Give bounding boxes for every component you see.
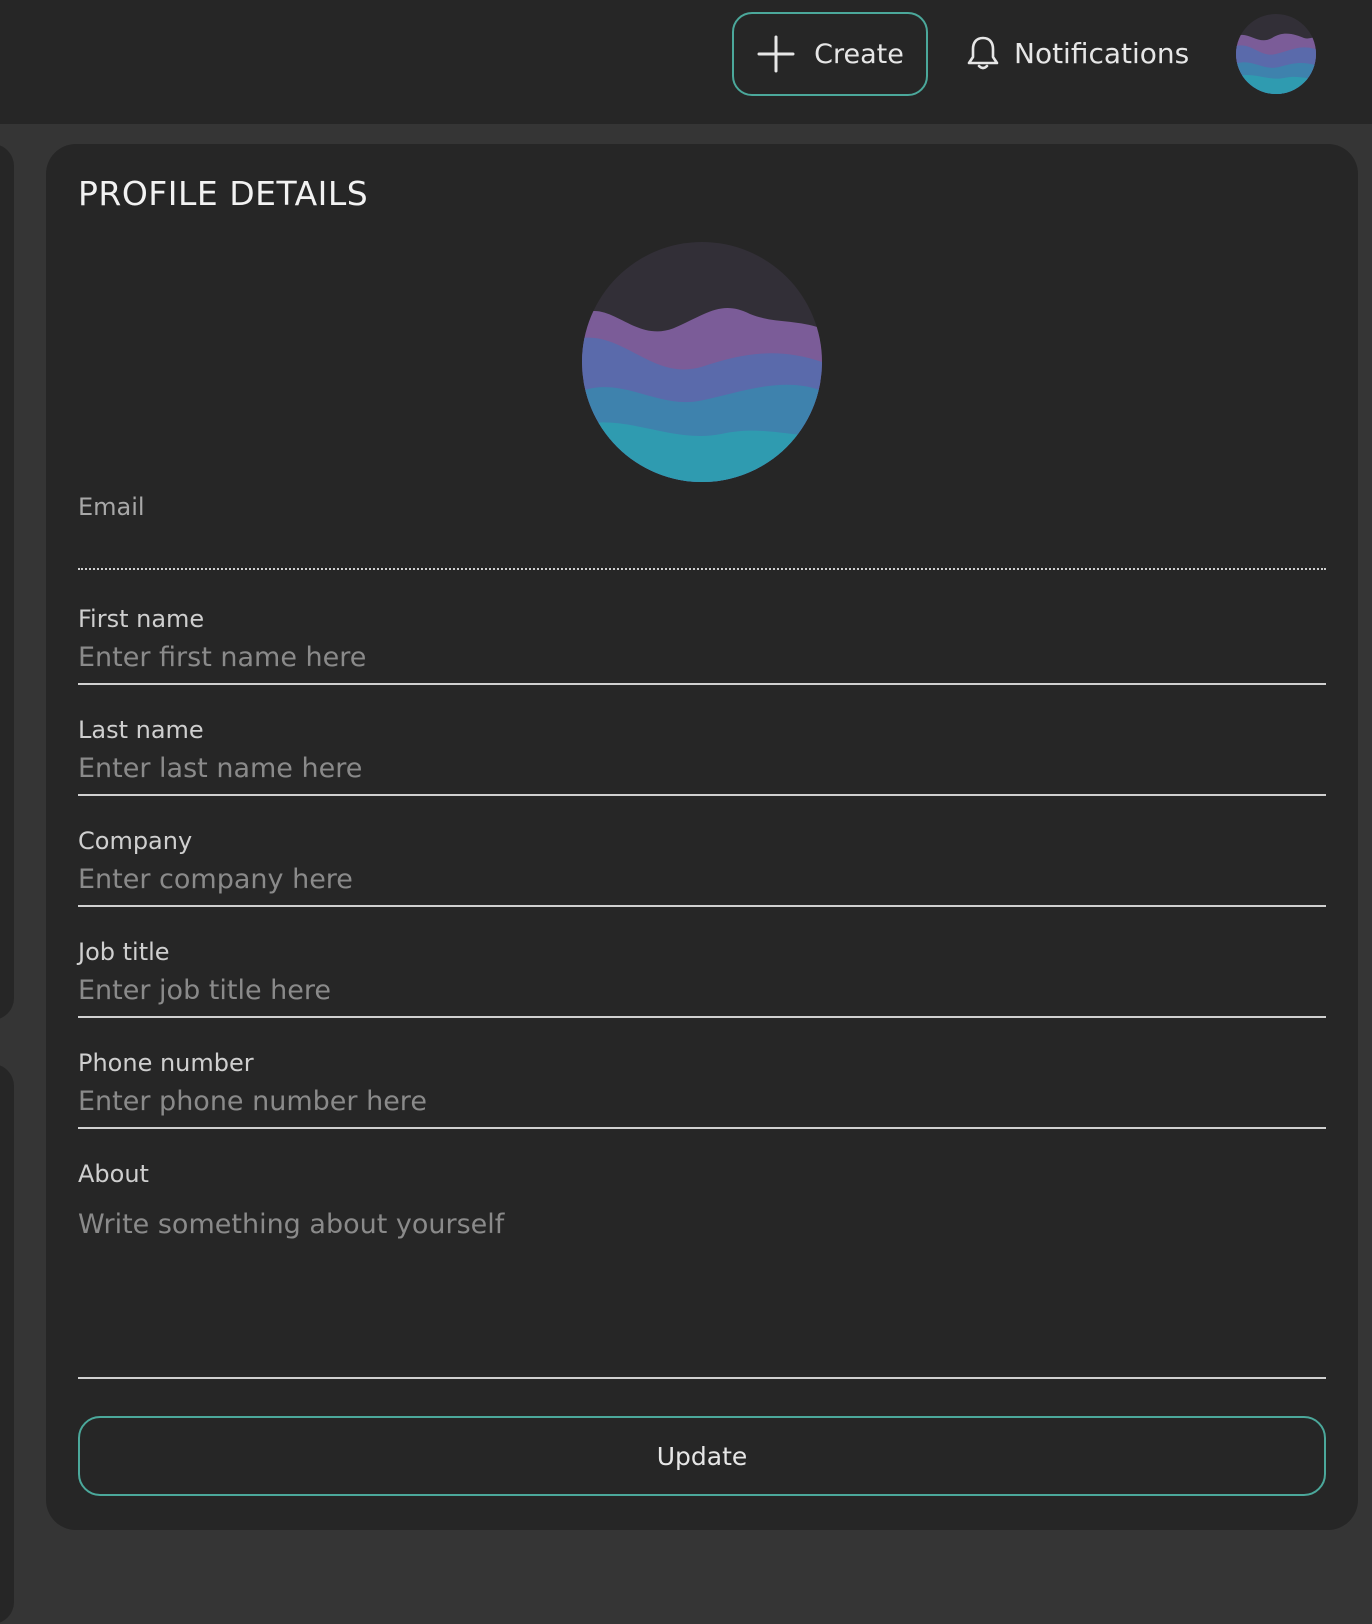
job-title-label: Job title (78, 938, 170, 966)
bell-icon (967, 36, 999, 70)
company-label: Company (78, 827, 193, 855)
profile-avatar[interactable] (582, 242, 822, 482)
create-button[interactable]: Create (732, 12, 928, 96)
notifications-button[interactable]: Notifications (966, 22, 1189, 84)
page-title: PROFILE DETAILS (78, 174, 369, 213)
side-panel (0, 144, 14, 1020)
plus-icon (757, 35, 795, 73)
user-avatar[interactable] (1236, 14, 1316, 94)
last-name-input[interactable] (78, 749, 1326, 796)
about-label: About (78, 1160, 149, 1188)
company-field: Company (78, 826, 1326, 907)
company-input[interactable] (78, 860, 1326, 907)
about-textarea[interactable] (78, 1193, 1326, 1379)
about-field: About (78, 1159, 1326, 1379)
email-field: Email (78, 492, 1326, 570)
phone-number-label: Phone number (78, 1049, 254, 1077)
update-button[interactable]: Update (78, 1416, 1326, 1496)
profile-details-card: PROFILE DETAILS Email First name Last na… (46, 144, 1358, 1530)
last-name-label: Last name (78, 716, 204, 744)
phone-number-field: Phone number (78, 1048, 1326, 1129)
phone-number-input[interactable] (78, 1082, 1326, 1129)
email-input (78, 526, 1326, 570)
side-panel (0, 1064, 14, 1624)
first-name-field: First name (78, 604, 1326, 685)
job-title-input[interactable] (78, 971, 1326, 1018)
last-name-field: Last name (78, 715, 1326, 796)
create-label: Create (814, 38, 904, 70)
first-name-input[interactable] (78, 638, 1326, 685)
job-title-field: Job title (78, 937, 1326, 1018)
notifications-label: Notifications (1014, 36, 1190, 70)
email-label: Email (78, 493, 145, 521)
first-name-label: First name (78, 605, 205, 633)
top-bar: Create Notifications (0, 0, 1372, 124)
